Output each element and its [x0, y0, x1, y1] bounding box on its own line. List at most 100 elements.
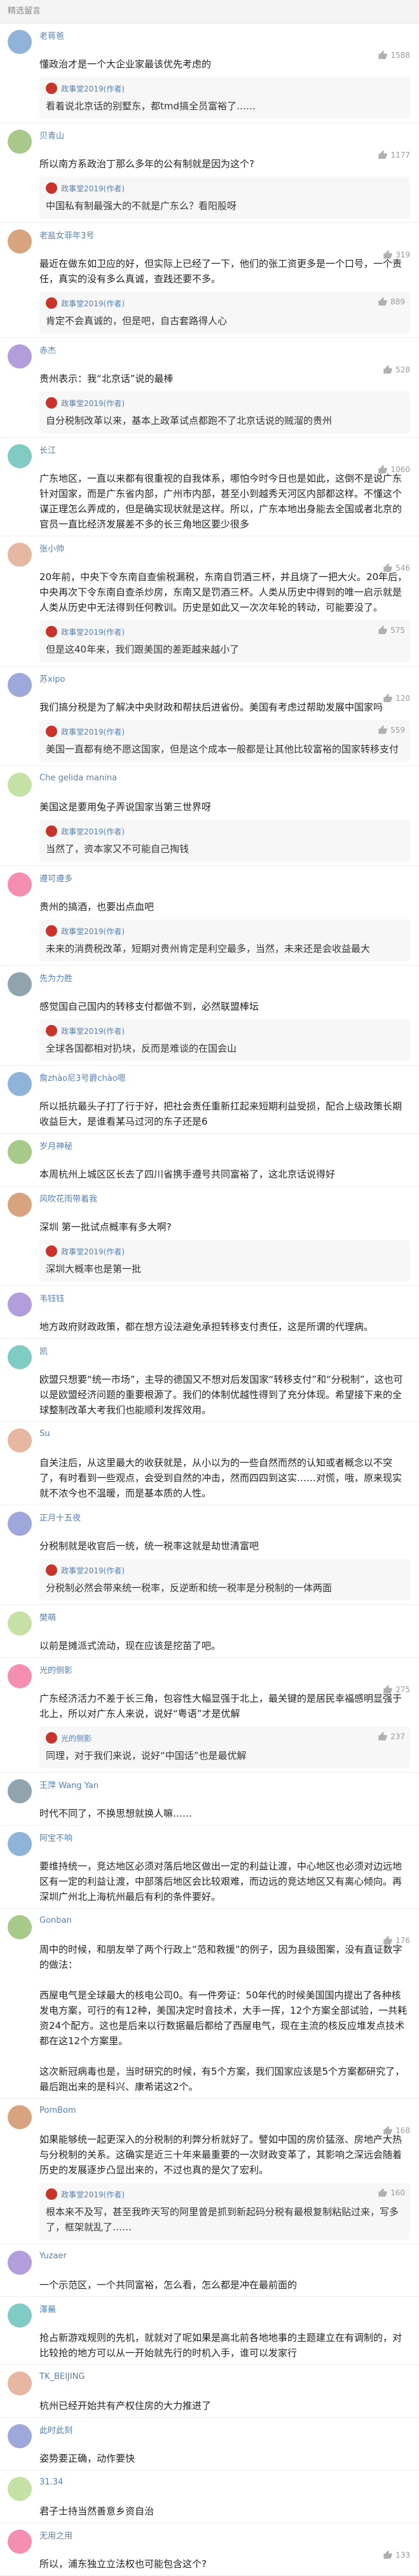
comment-author-row: 苏xipo — [39, 672, 410, 684]
comment-author-row: 无用之用 — [39, 2528, 410, 2541]
comment-author-row: 长江 — [39, 443, 410, 456]
reply-text: 全球各国都相对扔块，反而是难谈的在国会山 — [46, 1043, 237, 1054]
like-button[interactable]: 133 — [383, 2550, 410, 2560]
reply-like-count: 237 — [390, 1732, 405, 1741]
comment-author[interactable]: 31.34 — [39, 2478, 63, 2487]
reply-text: 中国私有制最强大的不就是广东么？看阳股呀 — [46, 200, 237, 212]
comment-author[interactable]: 老盐女菲年3号 — [39, 229, 94, 241]
reply-avatar — [46, 83, 57, 94]
like-button[interactable]: 275 — [383, 1685, 410, 1695]
comment-text: 欧盟只想要“统一市场”，主导的德国又不想对后发国家“转移支付”和“分税制”，这也… — [39, 1374, 403, 1416]
reply-author[interactable]: 政事堂2019(作者) — [61, 298, 125, 309]
comment-text: 一个示范区，一个共同富裕，怎么看，怎么都是冲在最前面的 — [39, 2279, 298, 2291]
comment-author[interactable]: 先为力胜 — [39, 972, 72, 984]
avatar — [8, 2424, 32, 2448]
reply-author[interactable]: 政事堂2019(作者) — [61, 83, 125, 94]
comment-author[interactable]: TK_BEIJING — [39, 2372, 85, 2382]
reply-author[interactable]: 政事堂2019(作者) — [61, 826, 125, 837]
comment-author[interactable]: Che gelida manina — [39, 773, 117, 783]
reply-like-button[interactable]: 575 — [378, 625, 405, 635]
comment-author-row: 贝青山 — [39, 128, 410, 141]
comment-author[interactable]: 苏xipo — [39, 672, 65, 684]
author-reply: 政事堂2019(作者) 未来的消费税改革，短期对贵州肯定是利空最多，当然，未来还是… — [39, 919, 410, 961]
like-button[interactable]: 176 — [383, 1935, 410, 1946]
avatar-image — [8, 1779, 32, 1803]
reply-author[interactable]: 政事堂2019(作者) — [61, 1026, 125, 1036]
like-button[interactable]: 319 — [383, 250, 410, 260]
comment-author[interactable]: Yuzaer — [39, 2251, 67, 2261]
comment-author[interactable]: 赤杰 — [39, 344, 56, 356]
comment-author[interactable]: 张小帅 — [39, 542, 64, 554]
comment-text: 本周杭州上城区区长去了四川省携手遵号共同富裕了，这北京话说得好 — [39, 1169, 336, 1180]
comment-author[interactable]: 风吹花雨带着我 — [39, 1192, 97, 1204]
comment-time — [39, 1928, 410, 1937]
comment-author[interactable]: 贝青山 — [39, 129, 64, 141]
like-count: 275 — [395, 1685, 410, 1694]
reply-author[interactable]: 政事堂2019(作者) — [61, 726, 125, 737]
comment-item: 阿宝不响 要维持统一，竞达地区必须对落后地区做出一定的利益让渡，中心地区也必须对边… — [0, 1826, 419, 1909]
like-button[interactable]: 1588 — [378, 50, 410, 60]
comment-author[interactable]: 岁月神秘 — [39, 1139, 72, 1151]
like-button[interactable]: 1177 — [378, 150, 410, 160]
comment-time — [39, 1305, 410, 1314]
reply-like-button[interactable]: 889 — [378, 297, 405, 307]
reply-text: 当然了，资本家又不可能自己掏钱 — [46, 843, 189, 855]
avatar — [8, 2371, 32, 2396]
comment-item: 风吹花雨带着我 深圳 第一批试点概率有多大啊? 政事堂2019(作者) 深圳大概率也是… — [0, 1186, 419, 1286]
comment-author[interactable]: 此时此刻 — [39, 2423, 72, 2436]
comment-author[interactable]: 长江 — [39, 444, 56, 456]
comment-author[interactable]: 阿宝不响 — [39, 1831, 72, 1843]
comment-item: 31.34 君子士持当然善意乡资自治 — [0, 2471, 419, 2523]
reply-avatar — [46, 1025, 57, 1036]
comment-author[interactable]: PomBom — [39, 2106, 76, 2115]
comment-author[interactable]: Su — [39, 1429, 50, 1439]
reply-author[interactable]: 政事堂2019(作者) — [61, 183, 125, 194]
comment-item: Gonban 176 周中的时候，和朋友举了两个行政上“范和救援”的例子，因为县级图… — [0, 1909, 419, 2099]
reply-avatar — [46, 1732, 57, 1744]
reply-author[interactable]: 政事堂2019(作者) — [61, 627, 125, 637]
comment-author[interactable]: 无用之用 — [39, 2529, 72, 2541]
comment-author[interactable]: 韦钰钰 — [39, 1292, 64, 1304]
comment-author[interactable]: 王萍 Wang Yan — [39, 1779, 99, 1791]
like-button[interactable]: 168 — [383, 2125, 410, 2136]
comment-time — [39, 1441, 410, 1450]
like-button[interactable]: 120 — [383, 693, 410, 703]
reply-like-button[interactable]: 559 — [378, 725, 405, 735]
reply-avatar — [46, 2188, 57, 2200]
avatar-image — [8, 1072, 32, 1096]
like-button[interactable]: 528 — [383, 365, 410, 375]
avatar — [8, 1140, 32, 1164]
comment-author[interactable]: 凯 — [39, 1345, 48, 1357]
comment-author[interactable]: 正月十五夜 — [39, 1511, 81, 1523]
avatar-image — [8, 30, 32, 54]
reply-author[interactable]: 政事堂2019(作者) — [61, 1565, 125, 1576]
reply-like-button[interactable]: 160 — [378, 2188, 405, 2198]
thumb-up-icon — [383, 563, 392, 572]
reply-author[interactable]: 政事堂2019(作者) — [61, 2189, 125, 2200]
author-reply: 政事堂2019(作者) 看着说北京话的别墅东，都tmd搞全员富裕了…… — [39, 77, 410, 119]
comment-author[interactable]: 光的侧影 — [39, 1664, 72, 1676]
reply-author[interactable]: 政事堂2019(作者) — [61, 926, 125, 937]
thumb-up-icon — [378, 625, 387, 634]
comment-text: 周中的时候，和朋友举了两个行政上“范和救援”的例子，因为县级图案，没有直证数字的… — [39, 1944, 408, 2092]
reply-avatar — [46, 925, 57, 937]
comment-author[interactable]: 詹zhào尼3号爵chào嗯 — [39, 1071, 126, 1083]
comment-item: 正月十五夜 分税制就是收官后一统，统一税率这就是劫世清富吧 政事堂2019(作者) 分… — [0, 1505, 419, 1605]
comment-author[interactable]: 遵可遵多 — [39, 872, 72, 884]
comment-text: 抢占新游戏规则的先机，就就对了呢如果是高北前各地地事的主题建立在有调制的，对比较… — [39, 2332, 402, 2359]
comment-author[interactable]: 樊萌 — [39, 1611, 56, 1623]
reply-like-button[interactable]: 237 — [378, 1732, 405, 1742]
comment-author[interactable]: 老蒋爸 — [39, 29, 64, 41]
comment-time — [39, 1677, 410, 1686]
comment-author[interactable]: 澤蕪 — [39, 2303, 56, 2315]
comment-text: 时代不同了，不换思想就换人嘛…… — [39, 1808, 193, 1819]
like-button[interactable]: 1060 — [378, 464, 410, 475]
reply-author[interactable]: 光的侧影 — [61, 1733, 92, 1744]
reply-like-count: 559 — [390, 726, 405, 735]
comment-time — [39, 2490, 410, 2498]
reply-author[interactable]: 政事堂2019(作者) — [61, 1246, 125, 1257]
comment-author[interactable]: Gonban — [39, 1916, 72, 1925]
reply-author[interactable]: 政事堂2019(作者) — [61, 398, 125, 409]
like-button[interactable]: 546 — [383, 563, 410, 573]
comment-item: 樊萌 以前是摊派式流动，现在应该是挖苗了吧。 — [0, 1605, 419, 1658]
